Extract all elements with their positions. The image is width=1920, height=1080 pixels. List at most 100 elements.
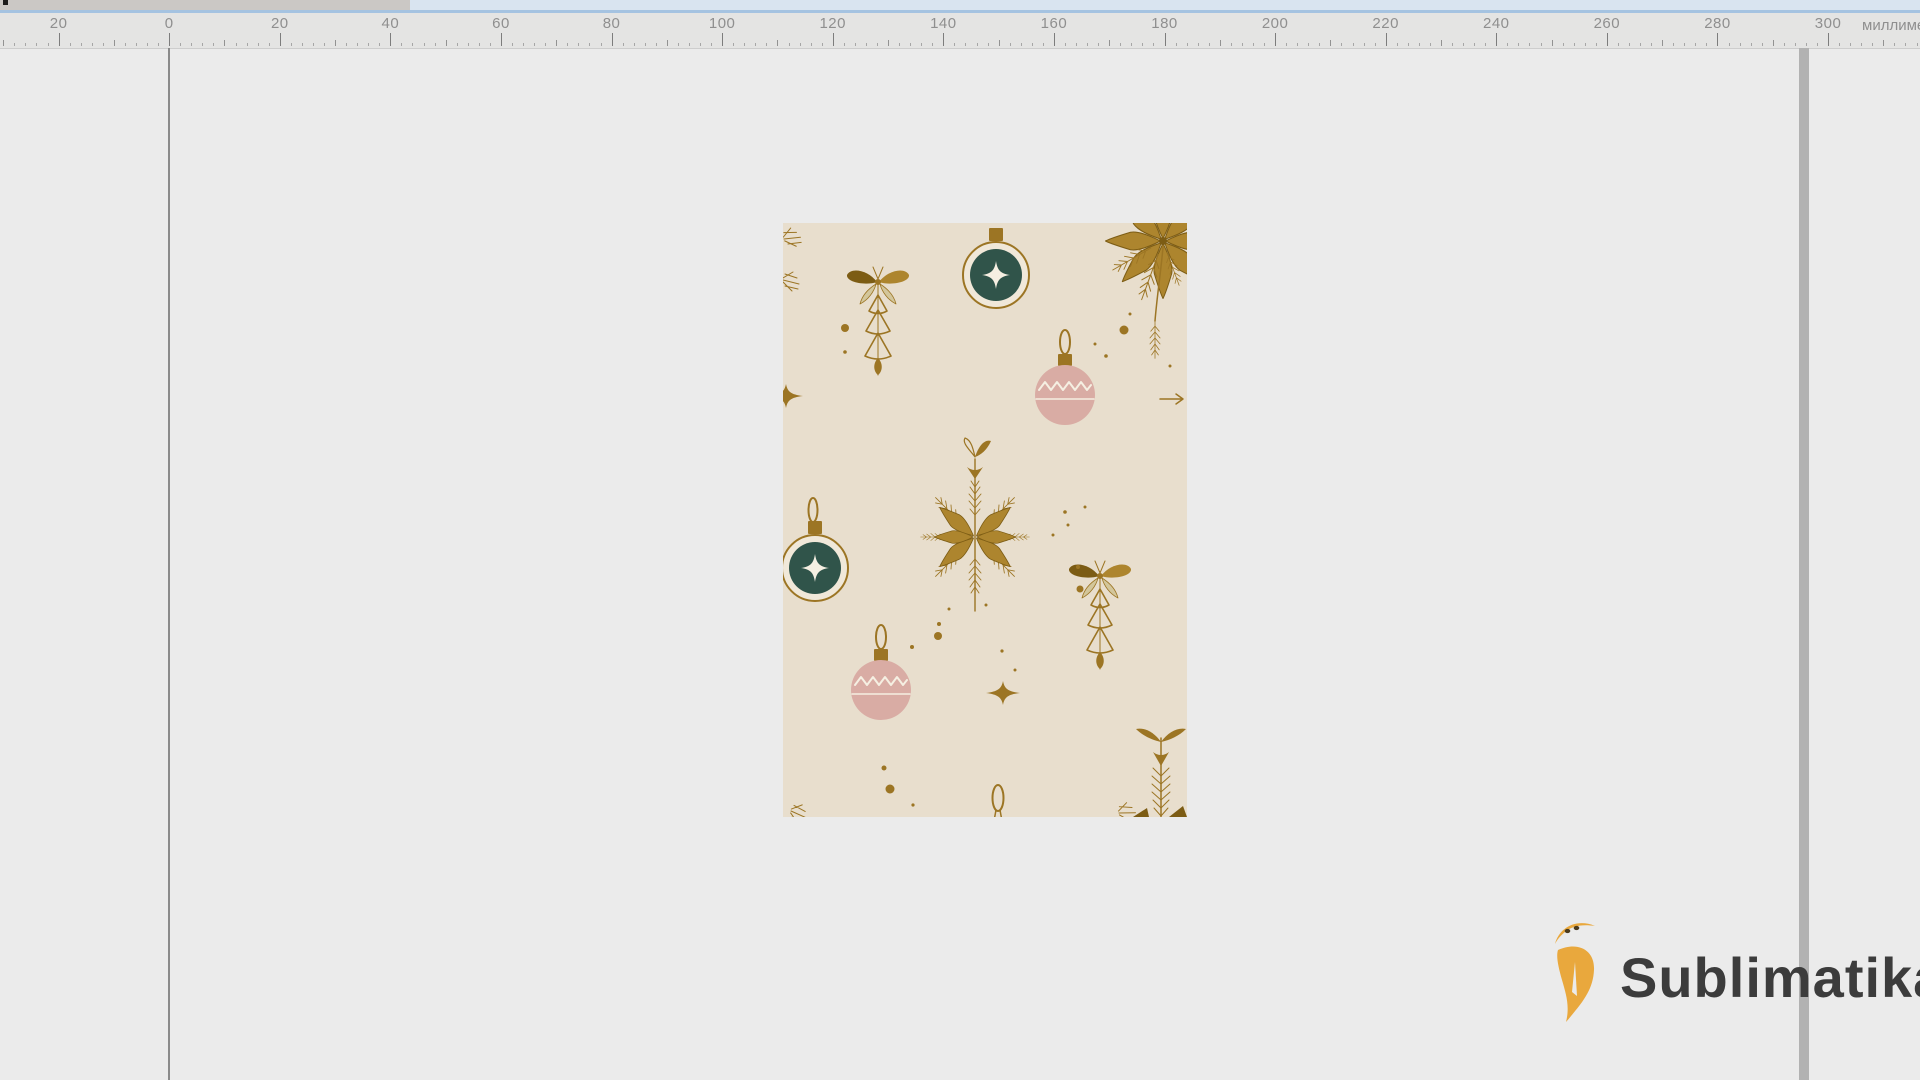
ruler-tick: [1541, 43, 1542, 46]
ruler-tick: [789, 43, 790, 46]
sprig-fragment: [783, 226, 803, 249]
ruler-tick: [1485, 43, 1486, 46]
sprig-fragment: [789, 803, 808, 817]
ruler-tick: [1231, 43, 1232, 46]
ruler-tick: [247, 43, 248, 46]
ruler-tick: [1795, 43, 1796, 46]
ruler-tick: [1441, 40, 1442, 46]
ruler-tick: [766, 43, 767, 46]
splatter-dot: [841, 324, 849, 332]
splatter-dot: [1077, 586, 1084, 593]
ruler-tick: [1264, 43, 1265, 46]
ruler-tick: [899, 43, 900, 46]
ruler-label: 120: [819, 15, 846, 32]
ruler-tick: [1629, 43, 1630, 46]
ruler-tick: [158, 43, 159, 46]
ruler-tick: [1563, 43, 1564, 46]
ruler-tick: [1253, 43, 1254, 46]
ruler-tick: [368, 43, 369, 46]
ruler-tick: [1762, 43, 1763, 46]
ruler-label: 160: [1041, 15, 1068, 32]
ruler-tick: [1275, 33, 1276, 46]
splatter-dot: [985, 604, 988, 607]
ruler-tick: [1220, 40, 1221, 46]
page-boundary-line: [168, 48, 170, 1080]
pattern-artwork[interactable]: [783, 223, 1187, 817]
ruler-tick: [1684, 43, 1685, 46]
splatter-dot: [1094, 343, 1097, 346]
motif-layer: [783, 223, 1187, 817]
ruler-tick: [1142, 43, 1143, 46]
ruler-tick: [291, 43, 292, 46]
ruler-tick: [490, 43, 491, 46]
ruler-tick: [589, 43, 590, 46]
bauble-pink: [851, 625, 911, 720]
ruler-tick: [1883, 40, 1884, 46]
bow-pendant: [1069, 561, 1131, 669]
ruler-label: 180: [1151, 15, 1178, 32]
ruler-tick: [1397, 43, 1398, 46]
ruler-tick: [1364, 43, 1365, 46]
ruler-tick: [1917, 43, 1918, 46]
ruler-tick: [567, 43, 568, 46]
ruler-tick: [1662, 40, 1663, 46]
ruler-tick: [1330, 40, 1331, 46]
ruler-tick: [1806, 43, 1807, 46]
ruler-label: 200: [1262, 15, 1289, 32]
ruler-tick: [1021, 43, 1022, 46]
ruler-tick: [324, 43, 325, 46]
ruler-tick: [1286, 43, 1287, 46]
ruler-tick: [1773, 40, 1774, 46]
ruler-tick: [777, 40, 778, 46]
splatter-dot: [1076, 565, 1080, 569]
ruler-tick: [1341, 43, 1342, 46]
sprig-fragment: [783, 272, 799, 291]
splatter-dot: [1052, 534, 1055, 537]
ruler-tick: [1419, 43, 1420, 46]
ruler-tick: [1463, 43, 1464, 46]
horizontal-scrollbar-thumb[interactable]: [0, 0, 410, 10]
ruler-tick: [468, 43, 469, 46]
ruler-tick: [14, 43, 15, 46]
ruler-label: 20: [50, 15, 68, 32]
app-window: миллиметры 20020406080100120140160180200…: [0, 0, 1920, 1080]
bauble-green: [963, 228, 1029, 308]
ruler-tick: [269, 43, 270, 46]
ruler-tick: [1894, 43, 1895, 46]
splatter-dot: [843, 350, 847, 354]
ruler-tick: [180, 43, 181, 46]
ruler-tick: [1640, 43, 1641, 46]
ruler-tick: [1839, 43, 1840, 46]
ruler-tick: [191, 43, 192, 46]
ruler-tick: [667, 40, 668, 46]
ruler-label: 280: [1704, 15, 1731, 32]
ruler-tick: [977, 43, 978, 46]
ruler-tick: [280, 33, 281, 46]
ruler-label: 140: [930, 15, 957, 32]
ruler-tick: [36, 43, 37, 46]
horizontal-scrollbar[interactable]: [0, 0, 1920, 10]
ruler-tick: [213, 43, 214, 46]
splatter-dot: [1063, 510, 1067, 514]
ruler-tick: [855, 43, 856, 46]
ruler-tick: [147, 43, 148, 46]
ruler-tick: [1706, 43, 1707, 46]
ruler-tick: [1729, 43, 1730, 46]
ruler-tick: [1120, 43, 1121, 46]
ruler-tick: [1131, 43, 1132, 46]
ruler-tick: [357, 43, 358, 46]
ruler-tick: [1209, 43, 1210, 46]
ruler-tick: [954, 43, 955, 46]
ruler-label: 300: [1815, 15, 1842, 32]
ruler-label: 40: [382, 15, 400, 32]
ruler-tick: [1905, 43, 1906, 46]
ruler-tick: [446, 40, 447, 46]
ruler-tick: [1585, 43, 1586, 46]
ruler-tick: [1076, 43, 1077, 46]
horizontal-ruler[interactable]: миллиметры 20020406080100120140160180200…: [0, 13, 1920, 49]
ruler-tick: [1308, 43, 1309, 46]
ruler-tick: [1386, 33, 1387, 46]
ruler-tick: [1507, 43, 1508, 46]
ruler-tick: [844, 43, 845, 46]
ruler-label: 260: [1594, 15, 1621, 32]
